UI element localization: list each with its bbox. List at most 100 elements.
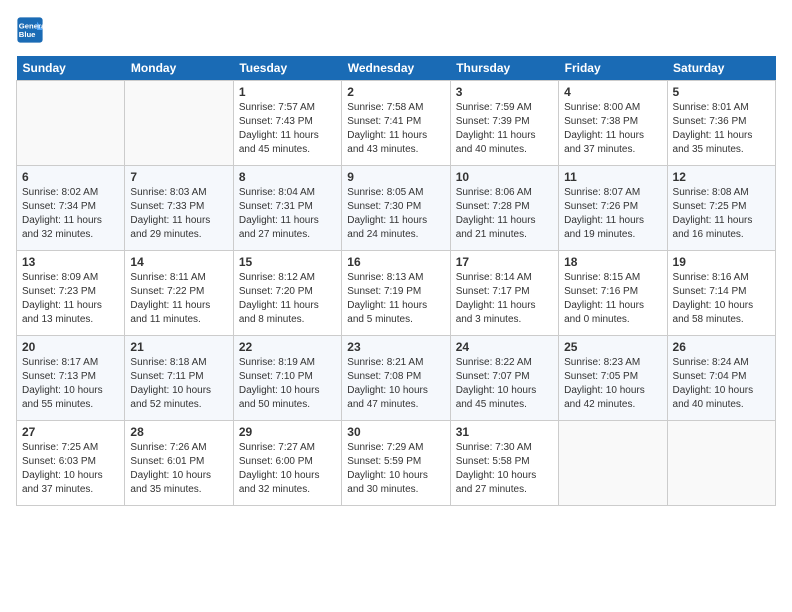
day-info: Sunrise: 8:11 AMSunset: 7:22 PMDaylight:… <box>130 271 227 327</box>
day-info: Sunrise: 8:18 AMSunset: 7:11 PMDaylight:… <box>130 356 227 412</box>
day-cell: 10 Sunrise: 8:06 AMSunset: 7:28 PMDayligh… <box>450 166 558 251</box>
day-cell: 21 Sunrise: 8:18 AMSunset: 7:11 PMDayligh… <box>125 336 233 421</box>
header-friday: Friday <box>559 56 667 81</box>
day-number: 19 <box>673 255 770 269</box>
day-cell: 15 Sunrise: 8:12 AMSunset: 7:20 PMDayligh… <box>233 251 341 336</box>
day-info: Sunrise: 8:13 AMSunset: 7:19 PMDaylight:… <box>347 271 444 327</box>
day-cell: 4 Sunrise: 8:00 AMSunset: 7:38 PMDaylight… <box>559 81 667 166</box>
day-info: Sunrise: 8:16 AMSunset: 7:14 PMDaylight:… <box>673 271 770 327</box>
day-info: Sunrise: 8:21 AMSunset: 7:08 PMDaylight:… <box>347 356 444 412</box>
day-cell: 9 Sunrise: 8:05 AMSunset: 7:30 PMDaylight… <box>342 166 450 251</box>
day-number: 31 <box>456 425 553 439</box>
day-cell <box>125 81 233 166</box>
day-number: 10 <box>456 170 553 184</box>
day-number: 4 <box>564 85 661 99</box>
day-number: 8 <box>239 170 336 184</box>
day-number: 9 <box>347 170 444 184</box>
day-info: Sunrise: 8:07 AMSunset: 7:26 PMDaylight:… <box>564 186 661 242</box>
day-number: 18 <box>564 255 661 269</box>
day-number: 7 <box>130 170 227 184</box>
day-info: Sunrise: 8:09 AMSunset: 7:23 PMDaylight:… <box>22 271 119 327</box>
day-number: 20 <box>22 340 119 354</box>
day-number: 24 <box>456 340 553 354</box>
day-info: Sunrise: 7:30 AMSunset: 5:58 PMDaylight:… <box>456 441 553 497</box>
day-info: Sunrise: 8:05 AMSunset: 7:30 PMDaylight:… <box>347 186 444 242</box>
day-number: 23 <box>347 340 444 354</box>
day-number: 16 <box>347 255 444 269</box>
day-cell: 24 Sunrise: 8:22 AMSunset: 7:07 PMDayligh… <box>450 336 558 421</box>
day-info: Sunrise: 7:25 AMSunset: 6:03 PMDaylight:… <box>22 441 119 497</box>
week-row-3: 13 Sunrise: 8:09 AMSunset: 7:23 PMDayligh… <box>17 251 776 336</box>
day-info: Sunrise: 8:12 AMSunset: 7:20 PMDaylight:… <box>239 271 336 327</box>
day-number: 26 <box>673 340 770 354</box>
day-cell: 22Sunrise: 8:19 AMSunset: 7:10 PMDayligh… <box>233 336 341 421</box>
header-saturday: Saturday <box>667 56 775 81</box>
day-number: 22 <box>239 340 336 354</box>
day-info: Sunrise: 8:00 AMSunset: 7:38 PMDaylight:… <box>564 101 661 157</box>
day-info: Sunrise: 8:04 AMSunset: 7:31 PMDaylight:… <box>239 186 336 242</box>
day-cell <box>667 421 775 506</box>
day-cell: 19 Sunrise: 8:16 AMSunset: 7:14 PMDayligh… <box>667 251 775 336</box>
day-info: Sunrise: 8:22 AMSunset: 7:07 PMDaylight:… <box>456 356 553 412</box>
day-cell: 1Sunrise: 7:57 AMSunset: 7:43 PMDaylight… <box>233 81 341 166</box>
day-cell: 11 Sunrise: 8:07 AMSunset: 7:26 PMDayligh… <box>559 166 667 251</box>
day-info: Sunrise: 7:26 AMSunset: 6:01 PMDaylight:… <box>130 441 227 497</box>
day-cell: 28 Sunrise: 7:26 AMSunset: 6:01 PMDayligh… <box>125 421 233 506</box>
day-cell: 27 Sunrise: 7:25 AMSunset: 6:03 PMDayligh… <box>17 421 125 506</box>
day-number: 3 <box>456 85 553 99</box>
week-row-4: 20 Sunrise: 8:17 AMSunset: 7:13 PMDayligh… <box>17 336 776 421</box>
day-info: Sunrise: 7:27 AMSunset: 6:00 PMDaylight:… <box>239 441 336 497</box>
day-number: 11 <box>564 170 661 184</box>
day-cell <box>17 81 125 166</box>
day-cell: 30Sunrise: 7:29 AMSunset: 5:59 PMDayligh… <box>342 421 450 506</box>
day-number: 28 <box>130 425 227 439</box>
day-cell: 14 Sunrise: 8:11 AMSunset: 7:22 PMDayligh… <box>125 251 233 336</box>
day-info: Sunrise: 7:59 AMSunset: 7:39 PMDaylight:… <box>456 101 553 157</box>
day-number: 2 <box>347 85 444 99</box>
day-number: 12 <box>673 170 770 184</box>
logo-icon: General Blue <box>16 16 44 44</box>
week-row-2: 6 Sunrise: 8:02 AMSunset: 7:34 PMDaylight… <box>17 166 776 251</box>
header-monday: Monday <box>125 56 233 81</box>
day-info: Sunrise: 8:15 AMSunset: 7:16 PMDaylight:… <box>564 271 661 327</box>
day-info: Sunrise: 8:24 AMSunset: 7:04 PMDaylight:… <box>673 356 770 412</box>
day-cell: 5Sunrise: 8:01 AMSunset: 7:36 PMDaylight… <box>667 81 775 166</box>
week-row-5: 27 Sunrise: 7:25 AMSunset: 6:03 PMDayligh… <box>17 421 776 506</box>
day-info: Sunrise: 8:06 AMSunset: 7:28 PMDaylight:… <box>456 186 553 242</box>
day-cell: 20 Sunrise: 8:17 AMSunset: 7:13 PMDayligh… <box>17 336 125 421</box>
day-info: Sunrise: 8:17 AMSunset: 7:13 PMDaylight:… <box>22 356 119 412</box>
day-info: Sunrise: 8:02 AMSunset: 7:34 PMDaylight:… <box>22 186 119 242</box>
day-number: 29 <box>239 425 336 439</box>
day-cell: 31 Sunrise: 7:30 AMSunset: 5:58 PMDayligh… <box>450 421 558 506</box>
header-thursday: Thursday <box>450 56 558 81</box>
day-number: 13 <box>22 255 119 269</box>
day-info: Sunrise: 8:14 AMSunset: 7:17 PMDaylight:… <box>456 271 553 327</box>
day-number: 6 <box>22 170 119 184</box>
day-number: 21 <box>130 340 227 354</box>
day-cell: 8 Sunrise: 8:04 AMSunset: 7:31 PMDaylight… <box>233 166 341 251</box>
day-cell: 23 Sunrise: 8:21 AMSunset: 7:08 PMDayligh… <box>342 336 450 421</box>
day-number: 14 <box>130 255 227 269</box>
day-info: Sunrise: 8:23 AMSunset: 7:05 PMDaylight:… <box>564 356 661 412</box>
svg-text:General: General <box>19 22 44 31</box>
day-info: Sunrise: 7:29 AMSunset: 5:59 PMDaylight:… <box>347 441 444 497</box>
day-cell: 13 Sunrise: 8:09 AMSunset: 7:23 PMDayligh… <box>17 251 125 336</box>
day-number: 15 <box>239 255 336 269</box>
day-info: Sunrise: 8:03 AMSunset: 7:33 PMDaylight:… <box>130 186 227 242</box>
day-cell <box>559 421 667 506</box>
day-cell: 17Sunrise: 8:14 AMSunset: 7:17 PMDayligh… <box>450 251 558 336</box>
header-wednesday: Wednesday <box>342 56 450 81</box>
day-cell: 2 Sunrise: 7:58 AMSunset: 7:41 PMDaylight… <box>342 81 450 166</box>
day-number: 5 <box>673 85 770 99</box>
day-info: Sunrise: 7:58 AMSunset: 7:41 PMDaylight:… <box>347 101 444 157</box>
day-cell: 18 Sunrise: 8:15 AMSunset: 7:16 PMDayligh… <box>559 251 667 336</box>
day-cell: 3 Sunrise: 7:59 AMSunset: 7:39 PMDaylight… <box>450 81 558 166</box>
day-cell: 29 Sunrise: 7:27 AMSunset: 6:00 PMDayligh… <box>233 421 341 506</box>
day-cell: 25Sunrise: 8:23 AMSunset: 7:05 PMDayligh… <box>559 336 667 421</box>
day-cell: 6 Sunrise: 8:02 AMSunset: 7:34 PMDaylight… <box>17 166 125 251</box>
week-row-1: 1Sunrise: 7:57 AMSunset: 7:43 PMDaylight… <box>17 81 776 166</box>
day-number: 27 <box>22 425 119 439</box>
svg-text:Blue: Blue <box>19 30 36 39</box>
day-cell: 16 Sunrise: 8:13 AMSunset: 7:19 PMDayligh… <box>342 251 450 336</box>
header-tuesday: Tuesday <box>233 56 341 81</box>
